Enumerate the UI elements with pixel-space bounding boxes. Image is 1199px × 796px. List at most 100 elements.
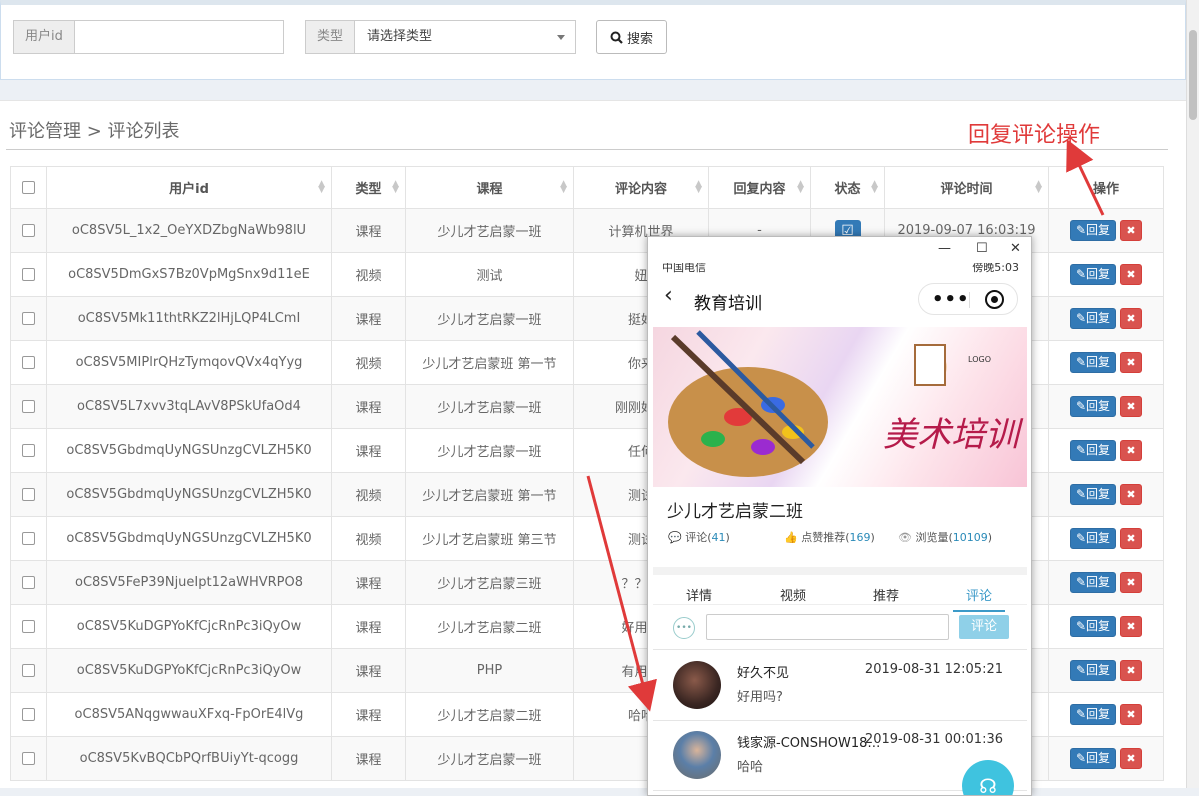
row-checkbox[interactable] (22, 576, 35, 589)
delete-button[interactable]: ✖ (1120, 220, 1143, 241)
actions-cell: ✎回复 ✖ (1048, 428, 1164, 473)
comment-time: 2019-08-31 00:01:36 (864, 732, 1003, 747)
course-cell: 少儿才艺启蒙三班 (405, 560, 574, 605)
col-time[interactable]: 评论时间 ▲ ▼ (884, 166, 1049, 209)
row-checkbox[interactable] (22, 356, 35, 369)
row-checkbox[interactable] (22, 752, 35, 765)
course-cell: 少儿才艺启蒙班 第三节 (405, 516, 574, 561)
tab-recommend[interactable]: 推荐 (873, 585, 899, 604)
delete-button[interactable]: ✖ (1120, 572, 1143, 593)
user-id-cell: oC8SV5KuDGPYoKfCjcRnPc3iQyOw (46, 604, 332, 649)
row-checkbox[interactable] (22, 268, 35, 281)
mini-program-nav: ‹ 教育培训 ••• (648, 277, 1031, 321)
more-icon[interactable]: ••• (932, 289, 970, 310)
delete-button[interactable]: ✖ (1120, 660, 1143, 681)
col-course[interactable]: 课程 ▲ ▼ (405, 166, 574, 209)
delete-button[interactable]: ✖ (1120, 396, 1143, 417)
thumbs-up-icon: 👍 (784, 531, 798, 544)
delete-button[interactable]: ✖ (1120, 748, 1143, 769)
row-checkbox[interactable] (22, 400, 35, 413)
reply-button[interactable]: ✎回复 (1069, 264, 1117, 285)
row-select-cell (10, 252, 47, 297)
table-header-row: 用户id ▲ ▼ 类型 ▲ ▼ 课程 ▲ ▼ 评论内容 ▲ ▼ 回复内容 ▲ ▼ 状态 ▲ ▼ 评论时间… (10, 166, 1164, 209)
filter-bar: 用户id 类型 请选择类型 (0, 0, 1186, 80)
col-user-id[interactable]: 用户id ▲ ▼ (46, 166, 332, 209)
delete-button[interactable]: ✖ (1120, 440, 1143, 461)
col-type[interactable]: 类型 ▲ ▼ (331, 166, 406, 209)
type-cell: 课程 (331, 736, 406, 781)
reply-button[interactable]: ✎回复 (1069, 396, 1117, 417)
tab-comments[interactable]: 评论 (953, 585, 1006, 612)
user-id-input[interactable] (73, 20, 284, 54)
delete-button[interactable]: ✖ (1120, 528, 1143, 549)
row-checkbox[interactable] (22, 488, 35, 501)
edit-icon: ✎ (1075, 663, 1087, 677)
user-id-cell: oC8SV5GbdmqUyNGSUnzgCVLZH5K0 (46, 428, 332, 473)
actions-cell: ✎回复 ✖ (1048, 296, 1164, 341)
type-cell: 课程 (331, 208, 406, 253)
page-scrollbar[interactable] (1186, 0, 1199, 788)
type-cell: 课程 (331, 692, 406, 737)
select-all-cell (10, 166, 47, 209)
delete-button[interactable]: ✖ (1120, 264, 1143, 285)
reply-button[interactable]: ✎回复 (1069, 484, 1117, 505)
reply-button[interactable]: ✎回复 (1069, 704, 1117, 725)
reply-button[interactable]: ✎回复 (1069, 748, 1117, 769)
actions-cell: ✎回复 ✖ (1048, 516, 1164, 561)
reply-button[interactable]: ✎回复 (1069, 220, 1117, 241)
submit-comment-button[interactable]: 评论 (959, 615, 1009, 639)
col-reply[interactable]: 回复内容 ▲ ▼ (708, 166, 811, 209)
scrollbar-thumb[interactable] (1189, 30, 1197, 120)
row-checkbox[interactable] (22, 444, 35, 457)
row-checkbox[interactable] (22, 664, 35, 677)
row-select-cell (10, 560, 47, 605)
col-status[interactable]: 状态 ▲ ▼ (810, 166, 885, 209)
delete-button[interactable]: ✖ (1120, 484, 1143, 505)
user-id-cell: oC8SV5KuDGPYoKfCjcRnPc3iQyOw (46, 648, 332, 693)
row-checkbox[interactable] (22, 312, 35, 325)
type-label: 类型 (305, 20, 355, 54)
close-mini-program-icon[interactable] (985, 290, 1004, 309)
actions-cell: ✎回复 ✖ (1048, 472, 1164, 517)
mini-program-preview-window: — ☐ ✕ 中国电信 傍晚5:03 ‹ 教育培训 ••• LOGO 美术培训 少… (647, 236, 1032, 796)
window-titlebar: — ☐ ✕ (648, 237, 1031, 263)
back-icon[interactable]: ‹ (664, 283, 673, 308)
maximize-icon[interactable]: ☐ (976, 241, 988, 256)
comment-text: 好用吗? (737, 690, 783, 705)
actions-cell: ✎回复 ✖ (1048, 692, 1164, 737)
select-all-checkbox[interactable] (22, 181, 35, 194)
delete-button[interactable]: ✖ (1120, 352, 1143, 373)
close-icon: ✖ (1126, 400, 1136, 413)
delete-button[interactable]: ✖ (1120, 704, 1143, 725)
delete-button[interactable]: ✖ (1120, 616, 1143, 637)
row-checkbox[interactable] (22, 620, 35, 633)
close-icon[interactable]: ✕ (1010, 241, 1021, 256)
row-checkbox[interactable] (22, 224, 35, 237)
type-cell: 课程 (331, 296, 406, 341)
reply-button[interactable]: ✎回复 (1069, 572, 1117, 593)
type-select[interactable]: 请选择类型 (354, 20, 577, 54)
user-id-cell: oC8SV5GbdmqUyNGSUnzgCVLZH5K0 (46, 516, 332, 561)
tab-details[interactable]: 详情 (686, 585, 712, 604)
tab-videos[interactable]: 视频 (780, 585, 806, 604)
reply-button[interactable]: ✎回复 (1069, 352, 1117, 373)
row-checkbox[interactable] (22, 532, 35, 545)
reply-button[interactable]: ✎回复 (1069, 528, 1117, 549)
search-button[interactable]: 搜索 (596, 20, 667, 54)
delete-button[interactable]: ✖ (1120, 308, 1143, 329)
reply-button[interactable]: ✎回复 (1069, 440, 1117, 461)
reply-button[interactable]: ✎回复 (1069, 308, 1117, 329)
reply-button[interactable]: ✎回复 (1069, 616, 1117, 637)
sort-icon: ▲ ▼ (695, 179, 702, 195)
edit-icon: ✎ (1075, 751, 1087, 765)
comment-input[interactable] (706, 614, 949, 640)
sort-icon: ▲ ▼ (871, 179, 878, 195)
edit-icon: ✎ (1075, 311, 1087, 325)
course-name: 少儿才艺启蒙二班 (667, 502, 803, 522)
reply-button[interactable]: ✎回复 (1069, 660, 1117, 681)
row-checkbox[interactable] (22, 708, 35, 721)
type-cell: 视频 (331, 252, 406, 297)
col-content[interactable]: 评论内容 ▲ ▼ (573, 166, 709, 209)
type-cell: 视频 (331, 340, 406, 385)
minimize-icon[interactable]: — (938, 241, 951, 256)
